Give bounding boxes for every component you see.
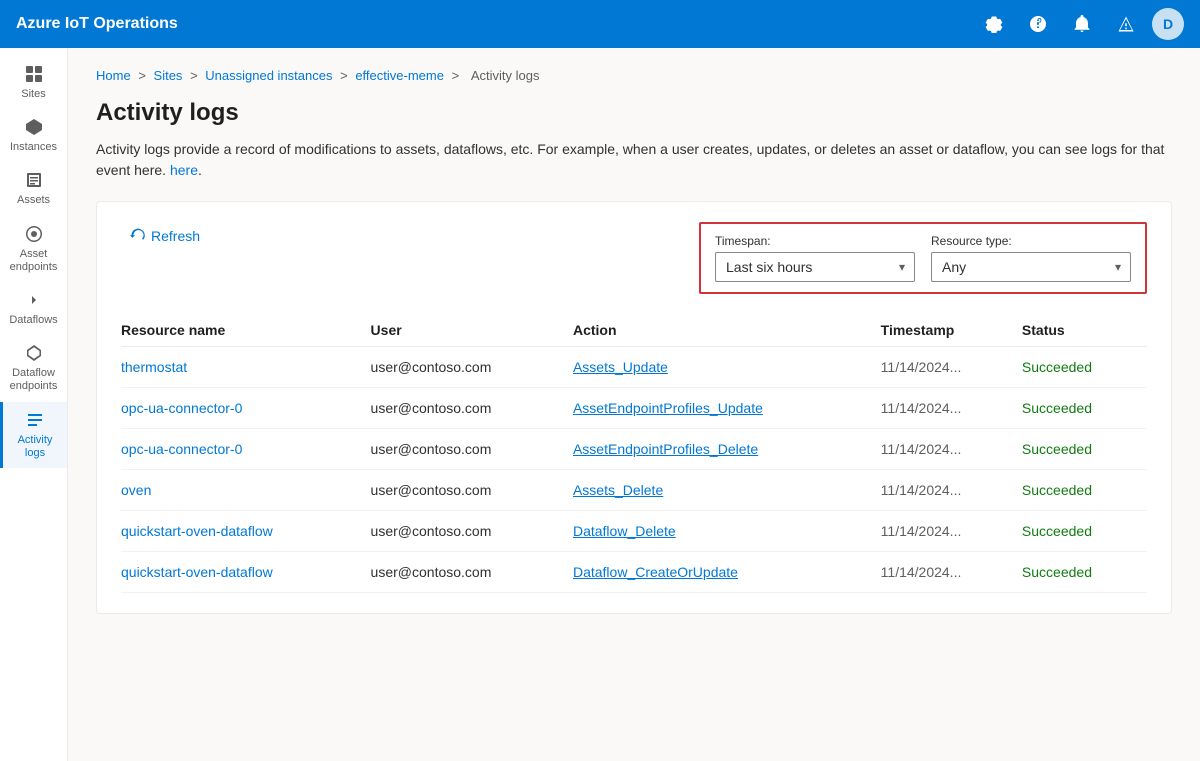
breadcrumb-home[interactable]: Home [96,68,131,83]
dataflow-endpoints-icon [24,343,44,363]
resource-name-link[interactable]: quickstart-oven-dataflow [121,523,273,539]
activity-logs-icon [25,410,45,430]
resource-name-link[interactable]: oven [121,482,151,498]
page-title: Activity logs [96,99,1172,127]
topnav: Azure IoT Operations D [0,0,1200,48]
sidebar: Sites Instances Assets [0,48,68,761]
table-header-row: Resource name User Action Timestamp Stat… [121,314,1147,347]
sidebar-item-activity-logs[interactable]: Activity logs [0,402,67,468]
cell-status: Succeeded [1022,347,1147,388]
breadcrumb-current: Activity logs [471,68,540,83]
action-link[interactable]: AssetEndpointProfiles_Update [573,400,763,416]
col-action: Action [573,314,881,347]
col-timestamp: Timestamp [881,314,1022,347]
action-link[interactable]: Assets_Delete [573,482,663,498]
timespan-filter-group: Timespan: Last six hours Last hour Last … [715,234,915,282]
cell-status: Succeeded [1022,388,1147,429]
col-user: User [371,314,573,347]
cell-timestamp: 11/14/2024... [881,388,1022,429]
main-content: Home > Sites > Unassigned instances > ef… [68,48,1200,761]
sidebar-item-label: Activity logs [7,434,63,460]
timespan-select[interactable]: Last six hours Last hour Last 24 hours L… [715,252,915,282]
asset-endpoints-icon [24,224,44,244]
sidebar-item-label: Instances [10,141,57,154]
cell-user: user@contoso.com [371,470,573,511]
sidebar-item-sites[interactable]: Sites [0,56,67,109]
help-icon[interactable] [1020,6,1056,42]
here-link[interactable]: here [170,162,198,178]
refresh-label: Refresh [151,228,200,244]
sidebar-item-label: Assets [17,194,50,207]
action-link[interactable]: Assets_Update [573,359,668,375]
table-row: opc-ua-connector-0 user@contoso.comAssetE… [121,388,1147,429]
cell-user: user@contoso.com [371,347,573,388]
user-avatar[interactable]: D [1152,8,1184,40]
activity-logs-table: Resource name User Action Timestamp Stat… [121,314,1147,593]
dataflows-icon [24,290,44,310]
cell-user: user@contoso.com [371,388,573,429]
sidebar-item-label: Dataflows [9,314,57,327]
table-row: opc-ua-connector-0 user@contoso.comAssetE… [121,429,1147,470]
filters-container: Timespan: Last six hours Last hour Last … [699,222,1147,294]
sidebar-item-instances[interactable]: Instances [0,109,67,162]
refresh-button[interactable]: Refresh [121,222,208,250]
resource-name-link[interactable]: quickstart-oven-dataflow [121,564,273,580]
breadcrumb-effective-meme[interactable]: effective-meme [355,68,444,83]
sidebar-item-assets[interactable]: Assets [0,162,67,215]
cell-timestamp: 11/14/2024... [881,347,1022,388]
topnav-icons: D [976,6,1184,42]
sidebar-item-dataflow-endpoints[interactable]: Dataflow endpoints [0,335,67,401]
refresh-icon [129,228,145,244]
activity-logs-card: Refresh Timespan: Last six hours Last ho… [96,201,1172,614]
resource-type-label: Resource type: [931,234,1131,248]
cell-status: Succeeded [1022,511,1147,552]
instances-icon [24,117,44,137]
col-resource-name: Resource name [121,314,371,347]
resource-type-select-wrapper: Any Assets Dataflows Asset Endpoint Prof… [931,252,1131,282]
sites-icon [24,64,44,84]
settings-icon[interactable] [976,6,1012,42]
table-row: oven user@contoso.comAssets_Delete 11/14/2… [121,470,1147,511]
notifications-icon[interactable] [1064,6,1100,42]
resource-name-link[interactable]: opc-ua-connector-0 [121,400,242,416]
action-link[interactable]: Dataflow_Delete [573,523,676,539]
cell-user: user@contoso.com [371,511,573,552]
sidebar-item-asset-endpoints[interactable]: Asset endpoints [0,216,67,282]
table-row: thermostat user@contoso.comAssets_Update 1… [121,347,1147,388]
breadcrumb: Home > Sites > Unassigned instances > ef… [96,68,1172,83]
sidebar-item-label: Sites [21,88,45,101]
cell-status: Succeeded [1022,552,1147,593]
resource-type-filter-group: Resource type: Any Assets Dataflows Asse… [931,234,1131,282]
action-link[interactable]: Dataflow_CreateOrUpdate [573,564,738,580]
cell-timestamp: 11/14/2024... [881,511,1022,552]
breadcrumb-unassigned-instances[interactable]: Unassigned instances [205,68,332,83]
col-status: Status [1022,314,1147,347]
cell-timestamp: 11/14/2024... [881,429,1022,470]
cell-timestamp: 11/14/2024... [881,470,1022,511]
sidebar-item-dataflows[interactable]: Dataflows [0,282,67,335]
action-link[interactable]: AssetEndpointProfiles_Delete [573,441,758,457]
alerts-icon[interactable] [1108,6,1144,42]
cell-user: user@contoso.com [371,429,573,470]
page-description: Activity logs provide a record of modifi… [96,139,1172,181]
assets-icon [24,170,44,190]
timespan-label: Timespan: [715,234,915,248]
toolbar: Refresh Timespan: Last six hours Last ho… [121,222,1147,294]
resource-name-link[interactable]: opc-ua-connector-0 [121,441,242,457]
sidebar-item-label: Asset endpoints [4,248,63,274]
cell-timestamp: 11/14/2024... [881,552,1022,593]
timespan-select-wrapper: Last six hours Last hour Last 24 hours L… [715,252,915,282]
cell-status: Succeeded [1022,429,1147,470]
cell-user: user@contoso.com [371,552,573,593]
app-title: Azure IoT Operations [16,15,178,33]
sidebar-item-label: Dataflow endpoints [4,367,63,393]
cell-status: Succeeded [1022,470,1147,511]
table-row: quickstart-oven-dataflow user@contoso.com… [121,511,1147,552]
resource-type-select[interactable]: Any Assets Dataflows Asset Endpoint Prof… [931,252,1131,282]
resource-name-link[interactable]: thermostat [121,359,187,375]
table-row: quickstart-oven-dataflow user@contoso.com… [121,552,1147,593]
breadcrumb-sites[interactable]: Sites [154,68,183,83]
